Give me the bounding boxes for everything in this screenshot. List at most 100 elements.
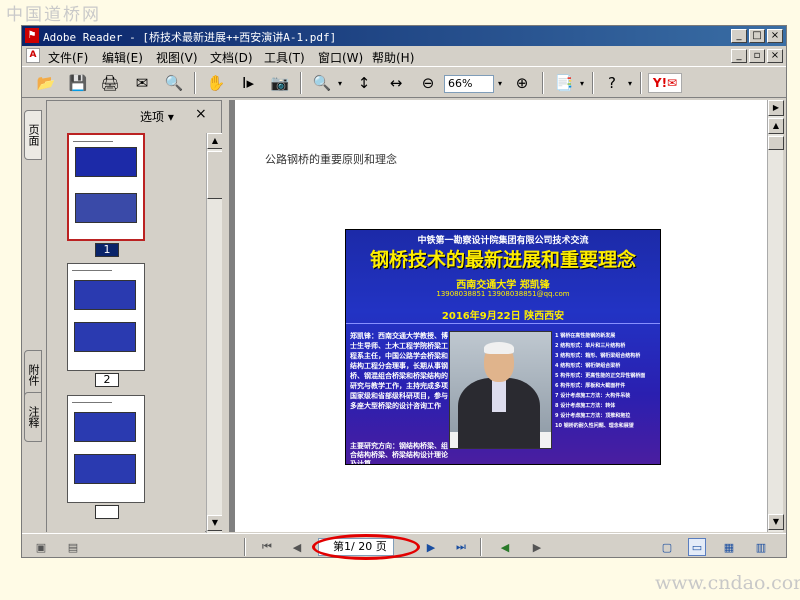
yahoo-toolbar-icon[interactable]: Y!✉: [648, 73, 682, 93]
menu-document[interactable]: 文档(D): [210, 49, 253, 66]
tasks-icon[interactable]: 📑: [552, 71, 576, 95]
continuous-facing-icon[interactable]: ▥: [752, 538, 770, 556]
fit-page-icon[interactable]: ↕: [352, 71, 376, 95]
save-icon[interactable]: 💾: [66, 71, 90, 95]
zoom-in-tool-icon[interactable]: 🔍: [310, 71, 334, 95]
next-page-icon[interactable]: ▶: [422, 538, 440, 556]
close-button[interactable]: ×: [767, 29, 783, 43]
minimize-button[interactable]: _: [731, 29, 747, 43]
highlight-annotation: [312, 534, 420, 560]
menu-help[interactable]: 帮助(H): [372, 49, 414, 66]
slide-date: 2016年9月22日 陕西西安: [441, 311, 565, 322]
zoom-dropdown-icon[interactable]: ▾: [494, 71, 506, 95]
scroll-up-icon[interactable]: ▲: [207, 133, 223, 149]
tab-comments[interactable]: 注释: [24, 392, 42, 442]
search-icon[interactable]: 🔍: [162, 71, 186, 95]
facing-icon[interactable]: ▦: [720, 538, 738, 556]
thumbnail-slide: [74, 280, 136, 310]
doc-scroll-down-icon[interactable]: ▼: [768, 514, 784, 530]
snapshot-icon[interactable]: 📷: [268, 71, 292, 95]
reader-window: ⚑ Adobe Reader - [桥技术最新进展++西安演讲A-1.pdf] …: [21, 25, 787, 560]
thumbnail-list: 1 2: [47, 133, 205, 533]
menu-view[interactable]: 视图(V): [156, 49, 198, 66]
page-thumbnail[interactable]: [67, 263, 145, 371]
zoom-out-icon[interactable]: ⊖: [416, 71, 440, 95]
go-forward-icon[interactable]: ▶: [528, 538, 546, 556]
window-title: Adobe Reader - [桥技术最新进展++西安演讲A-1.pdf]: [43, 31, 337, 44]
page-header-text: 公路钢桥的重要原则和理念: [265, 153, 397, 166]
slide-author: 西南交通大学 郑凯锋: [456, 280, 550, 291]
doc-restore-button[interactable]: ▫: [749, 49, 765, 63]
outline-item: 3 结构形式：箱形、钢桁梁组合结构桥: [555, 353, 641, 359]
options-label: 选项: [140, 110, 165, 124]
pane-close-icon[interactable]: ×: [195, 106, 207, 122]
open-icon[interactable]: 📂: [34, 71, 58, 95]
toolbar: 📂 💾 🖨 ✉ 🔍 ✋ I▸ 📷 🔍 ▾ ↕ ↔ ⊖ 66% ▾ ⊕ 📑 ▾ ?…: [22, 66, 786, 98]
pane-splitter[interactable]: [222, 100, 228, 532]
menu-bar: A 文件(F) 编辑(E) 视图(V) 文档(D) 工具(T) 窗口(W) 帮助…: [22, 46, 786, 66]
last-page-icon[interactable]: ⏭: [452, 538, 470, 556]
menu-file[interactable]: 文件(F): [48, 49, 88, 66]
thumbnail-slide: [75, 147, 137, 177]
fit-width-icon[interactable]: ↔: [384, 71, 408, 95]
first-page-icon[interactable]: ⏮: [258, 538, 276, 556]
watermark-top: 中国道桥网: [6, 5, 101, 25]
help-icon[interactable]: ?: [600, 71, 624, 95]
outline-item: 4 结构形式：钢桁架组合梁桥: [555, 363, 621, 369]
hand-tool-icon[interactable]: ✋: [204, 71, 228, 95]
print-icon[interactable]: 🖨: [98, 71, 122, 95]
page-number-label[interactable]: 1: [95, 243, 119, 257]
doc-scroll-right-icon[interactable]: ▶: [768, 100, 784, 116]
hide-panel-icon[interactable]: ▤: [64, 538, 82, 556]
app-icon: ⚑: [25, 28, 39, 43]
email-icon[interactable]: ✉: [130, 71, 154, 95]
outline-item: 9 设计考虑施工方法：顶推和拖拉: [555, 413, 631, 419]
menu-window[interactable]: 窗口(W): [318, 49, 363, 66]
thumbnail-slide: [75, 193, 137, 223]
scroll-down-icon[interactable]: ▼: [207, 515, 223, 531]
zoom-tool-dropdown-icon[interactable]: ▾: [334, 71, 346, 95]
page-thumbnail[interactable]: [67, 133, 145, 241]
help-dropdown-icon[interactable]: ▾: [624, 71, 636, 95]
document-icon[interactable]: A: [26, 48, 40, 63]
document-view: 公路钢桥的重要原则和理念 中铁第一勘察设计院集团有限公司技术交流 钢桥技术的最新…: [229, 100, 767, 532]
document-scrollbar[interactable]: ▶ ▲ ▼: [767, 100, 784, 532]
single-page-icon[interactable]: ▢: [658, 538, 676, 556]
continuous-icon[interactable]: ▭: [688, 538, 706, 556]
menu-tools[interactable]: 工具(T): [264, 49, 305, 66]
menu-edit[interactable]: 编辑(E): [102, 49, 143, 66]
options-menu[interactable]: 选项 ▾: [140, 108, 174, 125]
outline-item: 10 钢桥的耐久性问题、理念和展望: [555, 423, 634, 429]
select-tool-icon[interactable]: I▸: [236, 71, 260, 95]
thumbnail-scrollbar[interactable]: ▲ ▼: [206, 133, 223, 533]
thumbnail-slide: [74, 322, 136, 352]
prev-page-icon[interactable]: ◀: [288, 538, 306, 556]
doc-close-button[interactable]: ×: [767, 49, 783, 63]
outline-item: 6 构件形式：厚板和大截面杆件: [555, 383, 626, 389]
slide-contact: 13908038851 13908038851@qq.com: [436, 290, 570, 298]
slide-bio: 郑凯锋：西南交通大学教授、博士生导师、土木工程学院桥梁工程系主任，中国公路学会桥…: [350, 332, 448, 410]
slide-title: 钢桥技术的最新进展和重要理念: [369, 249, 636, 271]
tab-pages[interactable]: 页面: [24, 110, 42, 160]
navigation-tabs: 页面 附件 注释: [22, 100, 44, 532]
title-bar: ⚑ Adobe Reader - [桥技术最新进展++西安演讲A-1.pdf] …: [22, 26, 786, 46]
zoom-in-icon[interactable]: ⊕: [510, 71, 534, 95]
show-panel-icon[interactable]: ▣: [32, 538, 50, 556]
doc-scroll-up-icon[interactable]: ▲: [768, 118, 784, 134]
scroll-thumb[interactable]: [207, 151, 223, 199]
zoom-input[interactable]: 66%: [444, 75, 494, 93]
outline-item: 5 构件形式：更高性能的正交异性钢桥面: [555, 373, 646, 379]
slide-outline: 1 钢桥在高性能钢的新发展 2 结构形式：单片和三片结构桥 3 结构形式：箱形、…: [555, 331, 659, 431]
outline-item: 2 结构形式：单片和三片结构桥: [555, 343, 626, 349]
maximize-button[interactable]: □: [749, 29, 765, 43]
thumbnail-pane-header: 选项 ▾ ×: [47, 101, 223, 127]
doc-minimize-button[interactable]: _: [731, 49, 747, 63]
page-number-label[interactable]: 2: [95, 373, 119, 387]
tasks-dropdown-icon[interactable]: ▾: [576, 71, 588, 95]
go-back-icon[interactable]: ◀: [496, 538, 514, 556]
page-thumbnail[interactable]: [67, 395, 145, 503]
page-number-label[interactable]: [95, 505, 119, 519]
doc-scroll-thumb[interactable]: [768, 136, 784, 150]
thumbnail-slide: [74, 412, 136, 442]
outline-item: 8 设计考虑施工方法：转体: [555, 403, 616, 409]
